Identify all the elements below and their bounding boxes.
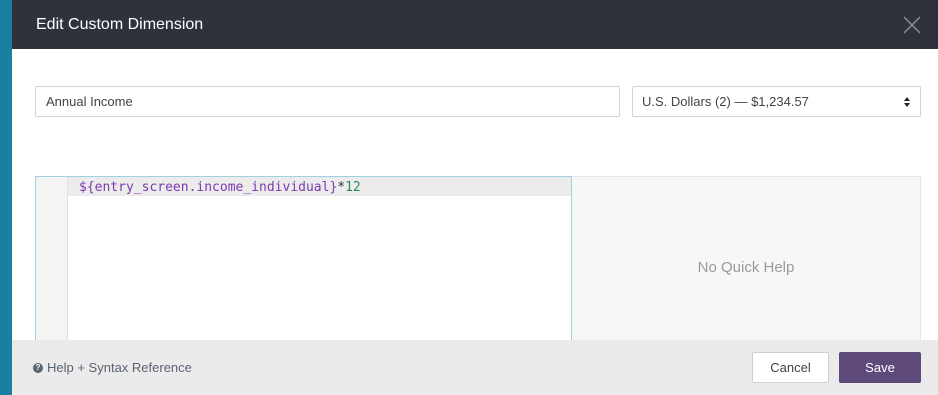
dialog-title: Edit Custom Dimension — [36, 15, 204, 33]
format-select-value: U.S. Dollars (2) — $1,234.57 — [642, 94, 809, 109]
dialog-body: U.S. Dollars (2) — $1,234.57 ${entry_scr… — [12, 49, 938, 359]
quick-help-panel: No Quick Help — [572, 176, 921, 359]
dialog-footer: ? Help + Syntax Reference Cancel Save — [12, 340, 938, 395]
cancel-button[interactable]: Cancel — [752, 352, 829, 383]
help-link-label: Help + Syntax Reference — [47, 360, 192, 375]
code-line: ${entry_screen.income_individual}*12 — [79, 180, 361, 195]
formula-editor[interactable]: ${entry_screen.income_individual}*12 — [35, 176, 572, 359]
close-button[interactable] — [898, 11, 926, 39]
quick-help-text: No Quick Help — [697, 259, 795, 276]
close-icon — [903, 15, 921, 34]
format-select[interactable]: U.S. Dollars (2) — $1,234.57 — [632, 86, 921, 117]
custom-dimension-dialog: Edit Custom Dimension U.S. Dollars (2) —… — [12, 0, 938, 395]
code-number: 12 — [345, 180, 361, 195]
dimension-name-input[interactable] — [35, 86, 620, 117]
dialog-header: Edit Custom Dimension — [12, 0, 938, 49]
help-syntax-link[interactable]: ? Help + Syntax Reference — [33, 360, 192, 375]
code-variable: ${entry_screen.income_individual} — [79, 180, 338, 195]
save-button[interactable]: Save — [839, 352, 921, 383]
line-gutter — [36, 177, 68, 358]
question-circle-icon: ? — [33, 362, 43, 373]
select-caret-icon — [904, 96, 910, 107]
code-operator: * — [337, 180, 346, 195]
footer-buttons: Cancel Save — [752, 352, 921, 383]
